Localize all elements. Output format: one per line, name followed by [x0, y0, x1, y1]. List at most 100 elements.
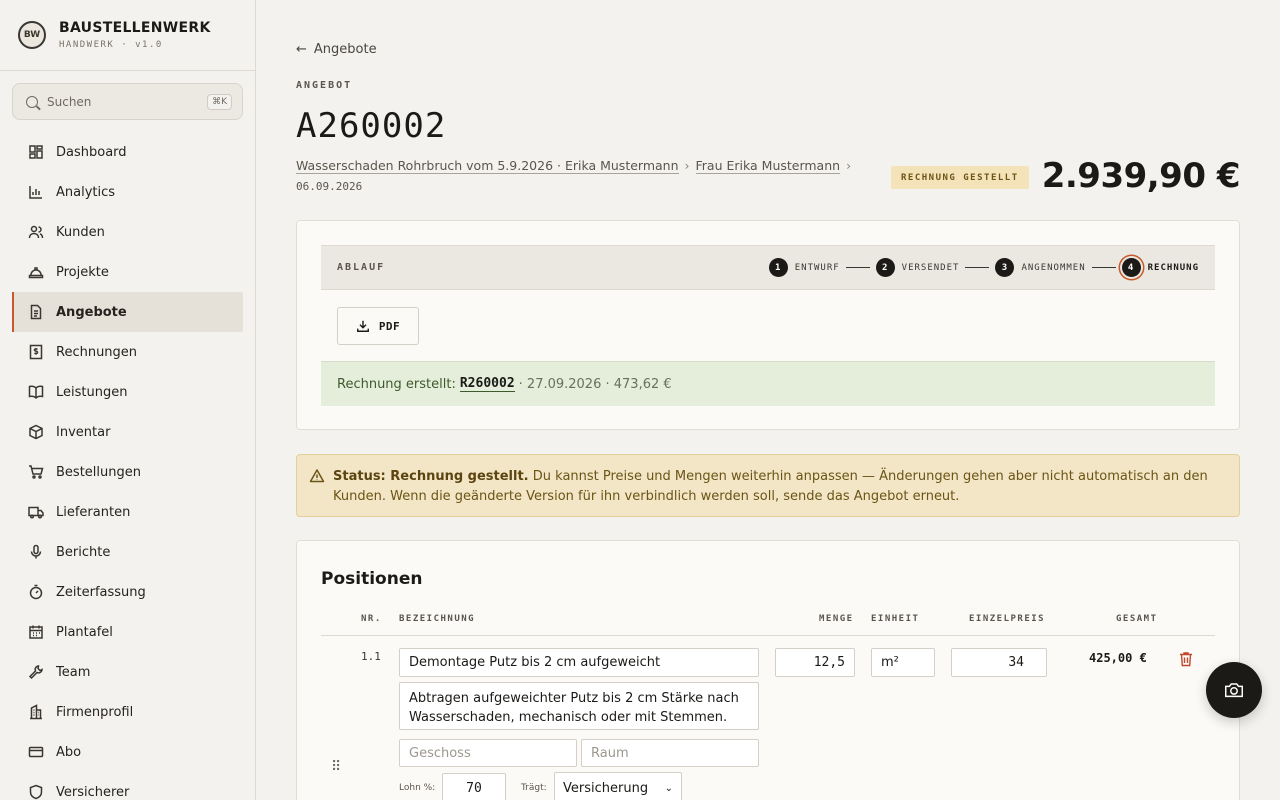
- search-icon: [26, 95, 38, 108]
- sidebar-item-versicherer[interactable]: Versicherer: [12, 772, 243, 800]
- column-gesamt: GESAMT: [1116, 614, 1158, 624]
- camera-button[interactable]: [1206, 662, 1262, 718]
- step-label: RECHNUNG: [1147, 262, 1199, 273]
- wrench-icon: [28, 664, 44, 680]
- step-label: ENTWURF: [794, 262, 840, 273]
- labor-percent-input[interactable]: 70: [442, 773, 506, 800]
- sidebar-item-firmenprofil[interactable]: Firmenprofil: [12, 692, 243, 732]
- unit-price-input[interactable]: 34: [951, 648, 1047, 677]
- sidebar-item-team[interactable]: Team: [12, 652, 243, 692]
- sidebar-item-inventar[interactable]: Inventar: [12, 412, 243, 452]
- chevron-down-icon: ⌄: [664, 782, 673, 794]
- position-description-textarea[interactable]: Abtragen aufgeweichter Putz bis 2 cm Stä…: [399, 682, 759, 730]
- sidebar-item-bestellungen[interactable]: Bestellungen: [12, 452, 243, 492]
- sidebar-nav: Dashboard Analytics Kunden Projekte Ange…: [12, 132, 243, 800]
- sidebar-item-kunden[interactable]: Kunden: [12, 212, 243, 252]
- positions-title: Positionen: [321, 569, 423, 589]
- search-shortcut: ⌘K: [207, 93, 232, 110]
- warning-icon: [309, 469, 325, 483]
- positions-table-header: NR. BEZEICHNUNG MENGE EINHEIT EINZELPREI…: [321, 612, 1215, 636]
- search-input[interactable]: Suchen ⌘K: [12, 83, 243, 120]
- invoice-prefix: Rechnung erstellt:: [337, 376, 456, 392]
- payer-label: Trägt:: [521, 783, 547, 793]
- step-connector: [1091, 267, 1116, 268]
- invoice-created-notice: Rechnung erstellt: R260002 · 27.09.2026 …: [321, 361, 1215, 406]
- sidebar-item-rechnungen[interactable]: Rechnungen: [12, 332, 243, 372]
- back-link-label: Angebote: [313, 42, 377, 57]
- unit-input[interactable]: m²: [871, 648, 935, 677]
- step-number: 3: [995, 258, 1015, 277]
- box-icon: [28, 424, 44, 440]
- breadcrumb: Wasserschaden Rohrbruch vom 5.9.2026 · E…: [296, 156, 866, 197]
- brand-version: HANDWERK · v1.0: [59, 40, 163, 50]
- building-icon: [28, 704, 44, 720]
- sidebar-item-label: Leistungen: [56, 384, 128, 400]
- sidebar-item-label: Plantafel: [56, 624, 113, 640]
- sidebar-item-label: Versicherer: [56, 784, 130, 800]
- users-icon: [28, 224, 44, 240]
- payer-select-value: Versicherung: [563, 780, 649, 796]
- camera-icon: [1225, 683, 1243, 698]
- column-bezeichnung: BEZEICHNUNG: [399, 614, 476, 624]
- sidebar-item-analytics[interactable]: Analytics: [12, 172, 243, 212]
- sidebar-item-label: Team: [56, 664, 91, 680]
- sidebar-item-dashboard[interactable]: Dashboard: [12, 132, 243, 172]
- sidebar-item-plantafel[interactable]: Plantafel: [12, 612, 243, 652]
- invoice-number-link[interactable]: R260002: [459, 376, 515, 392]
- sidebar-item-label: Firmenprofil: [56, 704, 134, 720]
- sidebar-item-label: Abo: [56, 744, 82, 760]
- mic-icon: [28, 544, 44, 560]
- brand-name: BAUSTELLENWERK: [59, 20, 211, 36]
- positions-card: Positionen NR. BEZEICHNUNG MENGE EINHEIT…: [296, 540, 1240, 800]
- warning-title: Status: Rechnung gestellt.: [333, 469, 529, 484]
- sidebar-item-lieferanten[interactable]: Lieferanten: [12, 492, 243, 532]
- step-label: ANGENOMMEN: [1021, 262, 1086, 273]
- stopwatch-icon: [28, 584, 44, 600]
- step-number: 4: [1121, 258, 1141, 277]
- download-icon: [356, 320, 369, 332]
- sidebar-item-label: Zeiterfassung: [56, 584, 146, 600]
- sidebar-item-label: Analytics: [56, 184, 116, 200]
- step-label: VERSENDET: [901, 262, 960, 273]
- drag-handle-icon[interactable]: ⠿: [331, 759, 341, 775]
- sidebar-item-projekte[interactable]: Projekte: [12, 252, 243, 292]
- quantity-input[interactable]: 12,5: [775, 648, 855, 677]
- sidebar-item-label: Angebote: [56, 304, 127, 320]
- step-entwurf: 1 ENTWURF: [768, 258, 840, 277]
- invoice-icon: [28, 344, 44, 360]
- brand[interactable]: BW BAUSTELLENWERK HANDWERK · v1.0: [0, 0, 255, 71]
- shield-icon: [28, 784, 44, 800]
- sidebar-item-zeiterfassung[interactable]: Zeiterfassung: [12, 572, 243, 612]
- sidebar-item-berichte[interactable]: Berichte: [12, 532, 243, 572]
- breadcrumb-customer[interactable]: Frau Erika Mustermann: [695, 158, 841, 174]
- sidebar-item-angebote[interactable]: Angebote: [12, 292, 243, 332]
- back-link[interactable]: ← Angebote: [296, 42, 377, 57]
- brand-logo: BW: [18, 21, 46, 49]
- position-number: 1.1: [361, 650, 381, 663]
- workflow-stepper: ABLAUF 1 ENTWURF 2 VERSENDET 3 ANGENOMME…: [321, 245, 1215, 290]
- floor-input[interactable]: Geschoss: [399, 739, 577, 767]
- page-title: A260002: [296, 106, 447, 146]
- search-placeholder: Suchen: [47, 94, 92, 109]
- payer-select[interactable]: Versicherung ⌄: [554, 772, 682, 800]
- step-number: 1: [768, 258, 788, 277]
- sidebar-item-leistungen[interactable]: Leistungen: [12, 372, 243, 412]
- column-menge: MENGE: [819, 614, 854, 624]
- breadcrumb-project[interactable]: Wasserschaden Rohrbruch vom 5.9.2026 · E…: [296, 158, 679, 174]
- invoice-details: · 27.09.2026 · 473,62 €: [518, 376, 672, 392]
- sidebar-item-label: Lieferanten: [56, 504, 131, 520]
- room-input[interactable]: Raum: [581, 739, 759, 767]
- step-number: 2: [875, 258, 895, 277]
- trash-icon[interactable]: [1179, 651, 1193, 667]
- position-title-input[interactable]: Demontage Putz bis 2 cm aufgeweicht: [399, 648, 759, 677]
- step-rechnung: 4 RECHNUNG: [1121, 258, 1199, 277]
- card-icon: [28, 744, 44, 760]
- main-content: ← Angebote ANGEBOT A260002 Wasserschaden…: [256, 0, 1280, 800]
- arrow-left-icon: ←: [296, 42, 307, 57]
- document-icon: [28, 304, 44, 320]
- sidebar-item-label: Berichte: [56, 544, 111, 560]
- workflow-card: ABLAUF 1 ENTWURF 2 VERSENDET 3 ANGENOMME…: [296, 220, 1240, 430]
- pdf-download-button[interactable]: PDF: [337, 307, 419, 345]
- helmet-icon: [28, 264, 44, 280]
- sidebar-item-abo[interactable]: Abo: [12, 732, 243, 772]
